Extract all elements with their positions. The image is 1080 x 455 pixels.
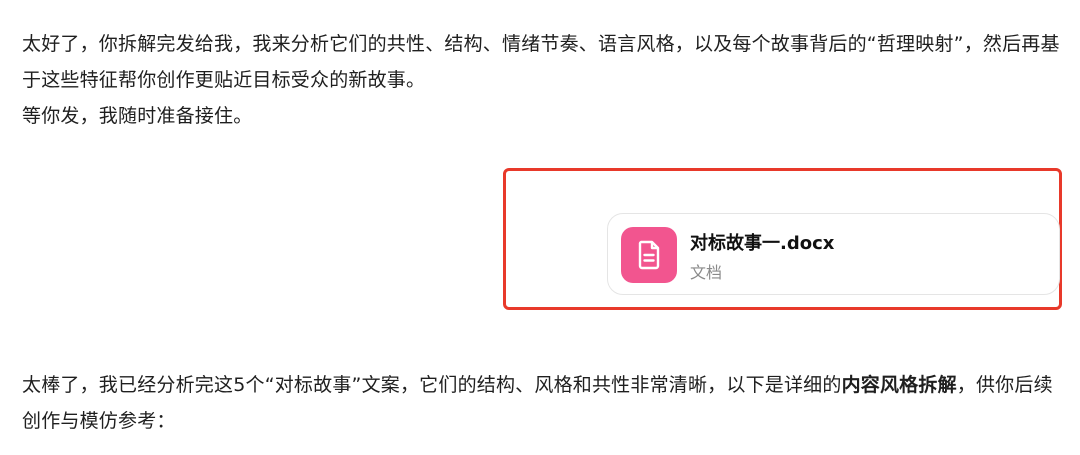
file-type-label: 文档 (690, 263, 723, 282)
message-1-line-1: 太好了，你拆解完发给我，我来分析它们的共性、结构、情绪节奏、语言风格，以及每个故… (22, 33, 1060, 91)
document-icon (621, 227, 677, 283)
message-2-paragraph: 太棒了，我已经分析完这5个“对标故事”文案，它们的结构、风格和共性非常清晰，以下… (22, 367, 1062, 439)
message-2-text-before: 太棒了，我已经分析完这5个“对标故事”文案，它们的结构、风格和共性非常清晰，以下… (22, 374, 842, 396)
file-attachment-card[interactable]: 对标故事一.docx 文档 (607, 213, 1060, 295)
message-1-line-2: 等你发，我随时准备接住。 (22, 105, 253, 127)
message-2-bold-text: 内容风格拆解 (841, 374, 957, 396)
file-name: 对标故事一.docx (690, 233, 835, 254)
assistant-message-2: 太棒了，我已经分析完这5个“对标故事”文案，它们的结构、风格和共性非常清晰，以下… (22, 367, 1062, 439)
assistant-message-1: 太好了，你拆解完发给我，我来分析它们的共性、结构、情绪节奏、语言风格，以及每个故… (22, 26, 1062, 134)
